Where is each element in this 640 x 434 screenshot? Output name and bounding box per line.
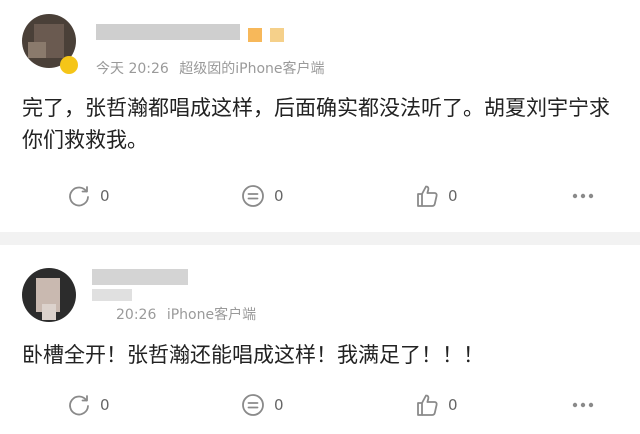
like-count: 0	[448, 396, 458, 414]
like-button[interactable]: 0	[414, 390, 458, 420]
comment-source: iPhone客户端	[166, 307, 257, 323]
comment-button[interactable]: 0	[240, 390, 284, 420]
comment-time: 20:26	[116, 307, 157, 323]
more-icon	[572, 402, 594, 408]
comment-source: 超级囡的iPhone客户端	[179, 61, 325, 77]
more-button[interactable]	[570, 390, 596, 420]
repost-icon	[69, 395, 89, 416]
comment-card: 今天 20:26 超级囡的iPhone客户端 完了，张哲瀚都唱成这样，后面确实都…	[0, 0, 640, 232]
comment-card: 20:26 iPhone客户端 卧槽全开！张哲瀚还能唱成这样！我满足了！！！ 0…	[0, 245, 640, 434]
username-blurred[interactable]	[96, 24, 240, 40]
comment-time: 今天 20:26	[96, 61, 169, 77]
like-icon	[417, 394, 438, 416]
comment-text: 卧槽全开！张哲瀚还能唱成这样！我满足了！！！	[22, 343, 484, 367]
like-button[interactable]: 0	[414, 181, 458, 211]
action-bar: 0 0 0	[0, 181, 640, 211]
comment-meta: 20:26 iPhone客户端	[116, 304, 262, 324]
user-tag-blurred	[92, 289, 132, 301]
vip-badge-icon	[60, 56, 78, 74]
username-blurred[interactable]	[92, 269, 188, 285]
comment-icon	[242, 185, 264, 207]
comment-count: 0	[274, 187, 284, 205]
comment-button[interactable]: 0	[240, 181, 284, 211]
user-tag-icon	[248, 28, 262, 42]
avatar[interactable]	[22, 268, 76, 322]
like-count: 0	[448, 187, 458, 205]
more-icon	[572, 193, 594, 199]
repost-button[interactable]: 0	[66, 181, 110, 211]
user-tag-icon	[270, 28, 284, 42]
comment-meta: 今天 20:26 超级囡的iPhone客户端	[96, 58, 331, 78]
repost-button[interactable]: 0	[66, 390, 110, 420]
comment-icon	[242, 394, 264, 416]
comment-text: 完了，张哲瀚都唱成这样，后面确实都没法听了。胡夏刘宇宁求你们救救我。	[22, 96, 610, 152]
repost-count: 0	[100, 396, 110, 414]
like-icon	[417, 185, 438, 207]
more-button[interactable]	[570, 181, 596, 211]
action-bar: 0 0 0	[0, 390, 640, 420]
repost-icon	[69, 186, 89, 207]
comment-count: 0	[274, 396, 284, 414]
repost-count: 0	[100, 187, 110, 205]
